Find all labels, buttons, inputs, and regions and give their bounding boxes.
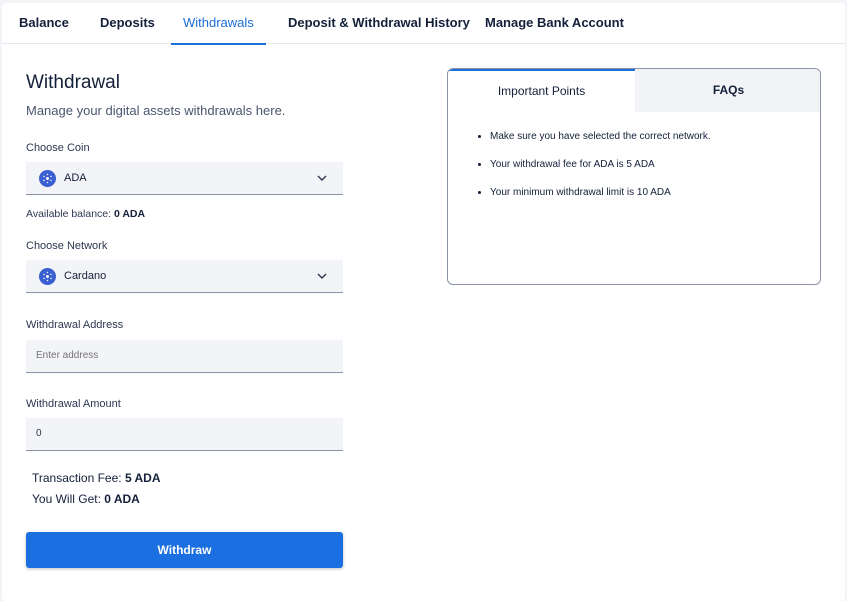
- withdrawal-card: Balance Deposits Withdrawals Deposit & W…: [2, 3, 845, 601]
- amount-field[interactable]: 0: [26, 418, 343, 451]
- info-panel: Important Points FAQs Make sure you have…: [447, 68, 821, 285]
- top-tabs: Balance Deposits Withdrawals Deposit & W…: [2, 3, 845, 45]
- network-select[interactable]: Cardano: [26, 260, 343, 293]
- transaction-fee: Transaction Fee: 5 ADA: [32, 471, 161, 485]
- tab-manage-bank-account[interactable]: Manage Bank Account: [485, 3, 624, 44]
- amount-input[interactable]: 0: [36, 428, 326, 439]
- tab-balance[interactable]: Balance: [19, 3, 69, 44]
- available-balance: Available balance: 0 ADA: [26, 208, 146, 220]
- list-item: Your withdrawal fee for ADA is 5 ADA: [478, 159, 808, 170]
- important-points-list: Make sure you have selected the correct …: [478, 131, 808, 215]
- coin-select[interactable]: ADA: [26, 162, 343, 195]
- coin-label: Choose Coin: [26, 142, 90, 154]
- withdraw-button[interactable]: Withdraw: [26, 532, 343, 568]
- address-field[interactable]: [26, 340, 343, 373]
- cardano-icon: [39, 268, 56, 285]
- list-item: Your minimum withdrawal limit is 10 ADA: [478, 187, 808, 198]
- address-input[interactable]: [36, 350, 326, 361]
- you-will-get: You Will Get: 0 ADA: [32, 492, 140, 506]
- tab-deposits[interactable]: Deposits: [100, 3, 155, 44]
- page-subtitle: Manage your digital assets withdrawals h…: [26, 103, 286, 118]
- amount-label: Withdrawal Amount: [26, 398, 121, 410]
- tab-important-points[interactable]: Important Points: [448, 69, 635, 112]
- tab-withdrawals[interactable]: Withdrawals: [171, 3, 266, 45]
- chevron-down-icon: [317, 175, 327, 181]
- chevron-down-icon: [317, 273, 327, 279]
- network-select-value: Cardano: [64, 270, 107, 282]
- address-label: Withdrawal Address: [26, 319, 124, 331]
- page-title: Withdrawal: [26, 72, 120, 93]
- cardano-icon: [39, 170, 56, 187]
- tab-faqs[interactable]: FAQs: [635, 69, 820, 112]
- coin-select-value: ADA: [64, 172, 87, 184]
- list-item: Make sure you have selected the correct …: [478, 131, 808, 142]
- network-label: Choose Network: [26, 240, 108, 252]
- tab-deposit-withdrawal-history[interactable]: Deposit & Withdrawal History: [288, 3, 470, 44]
